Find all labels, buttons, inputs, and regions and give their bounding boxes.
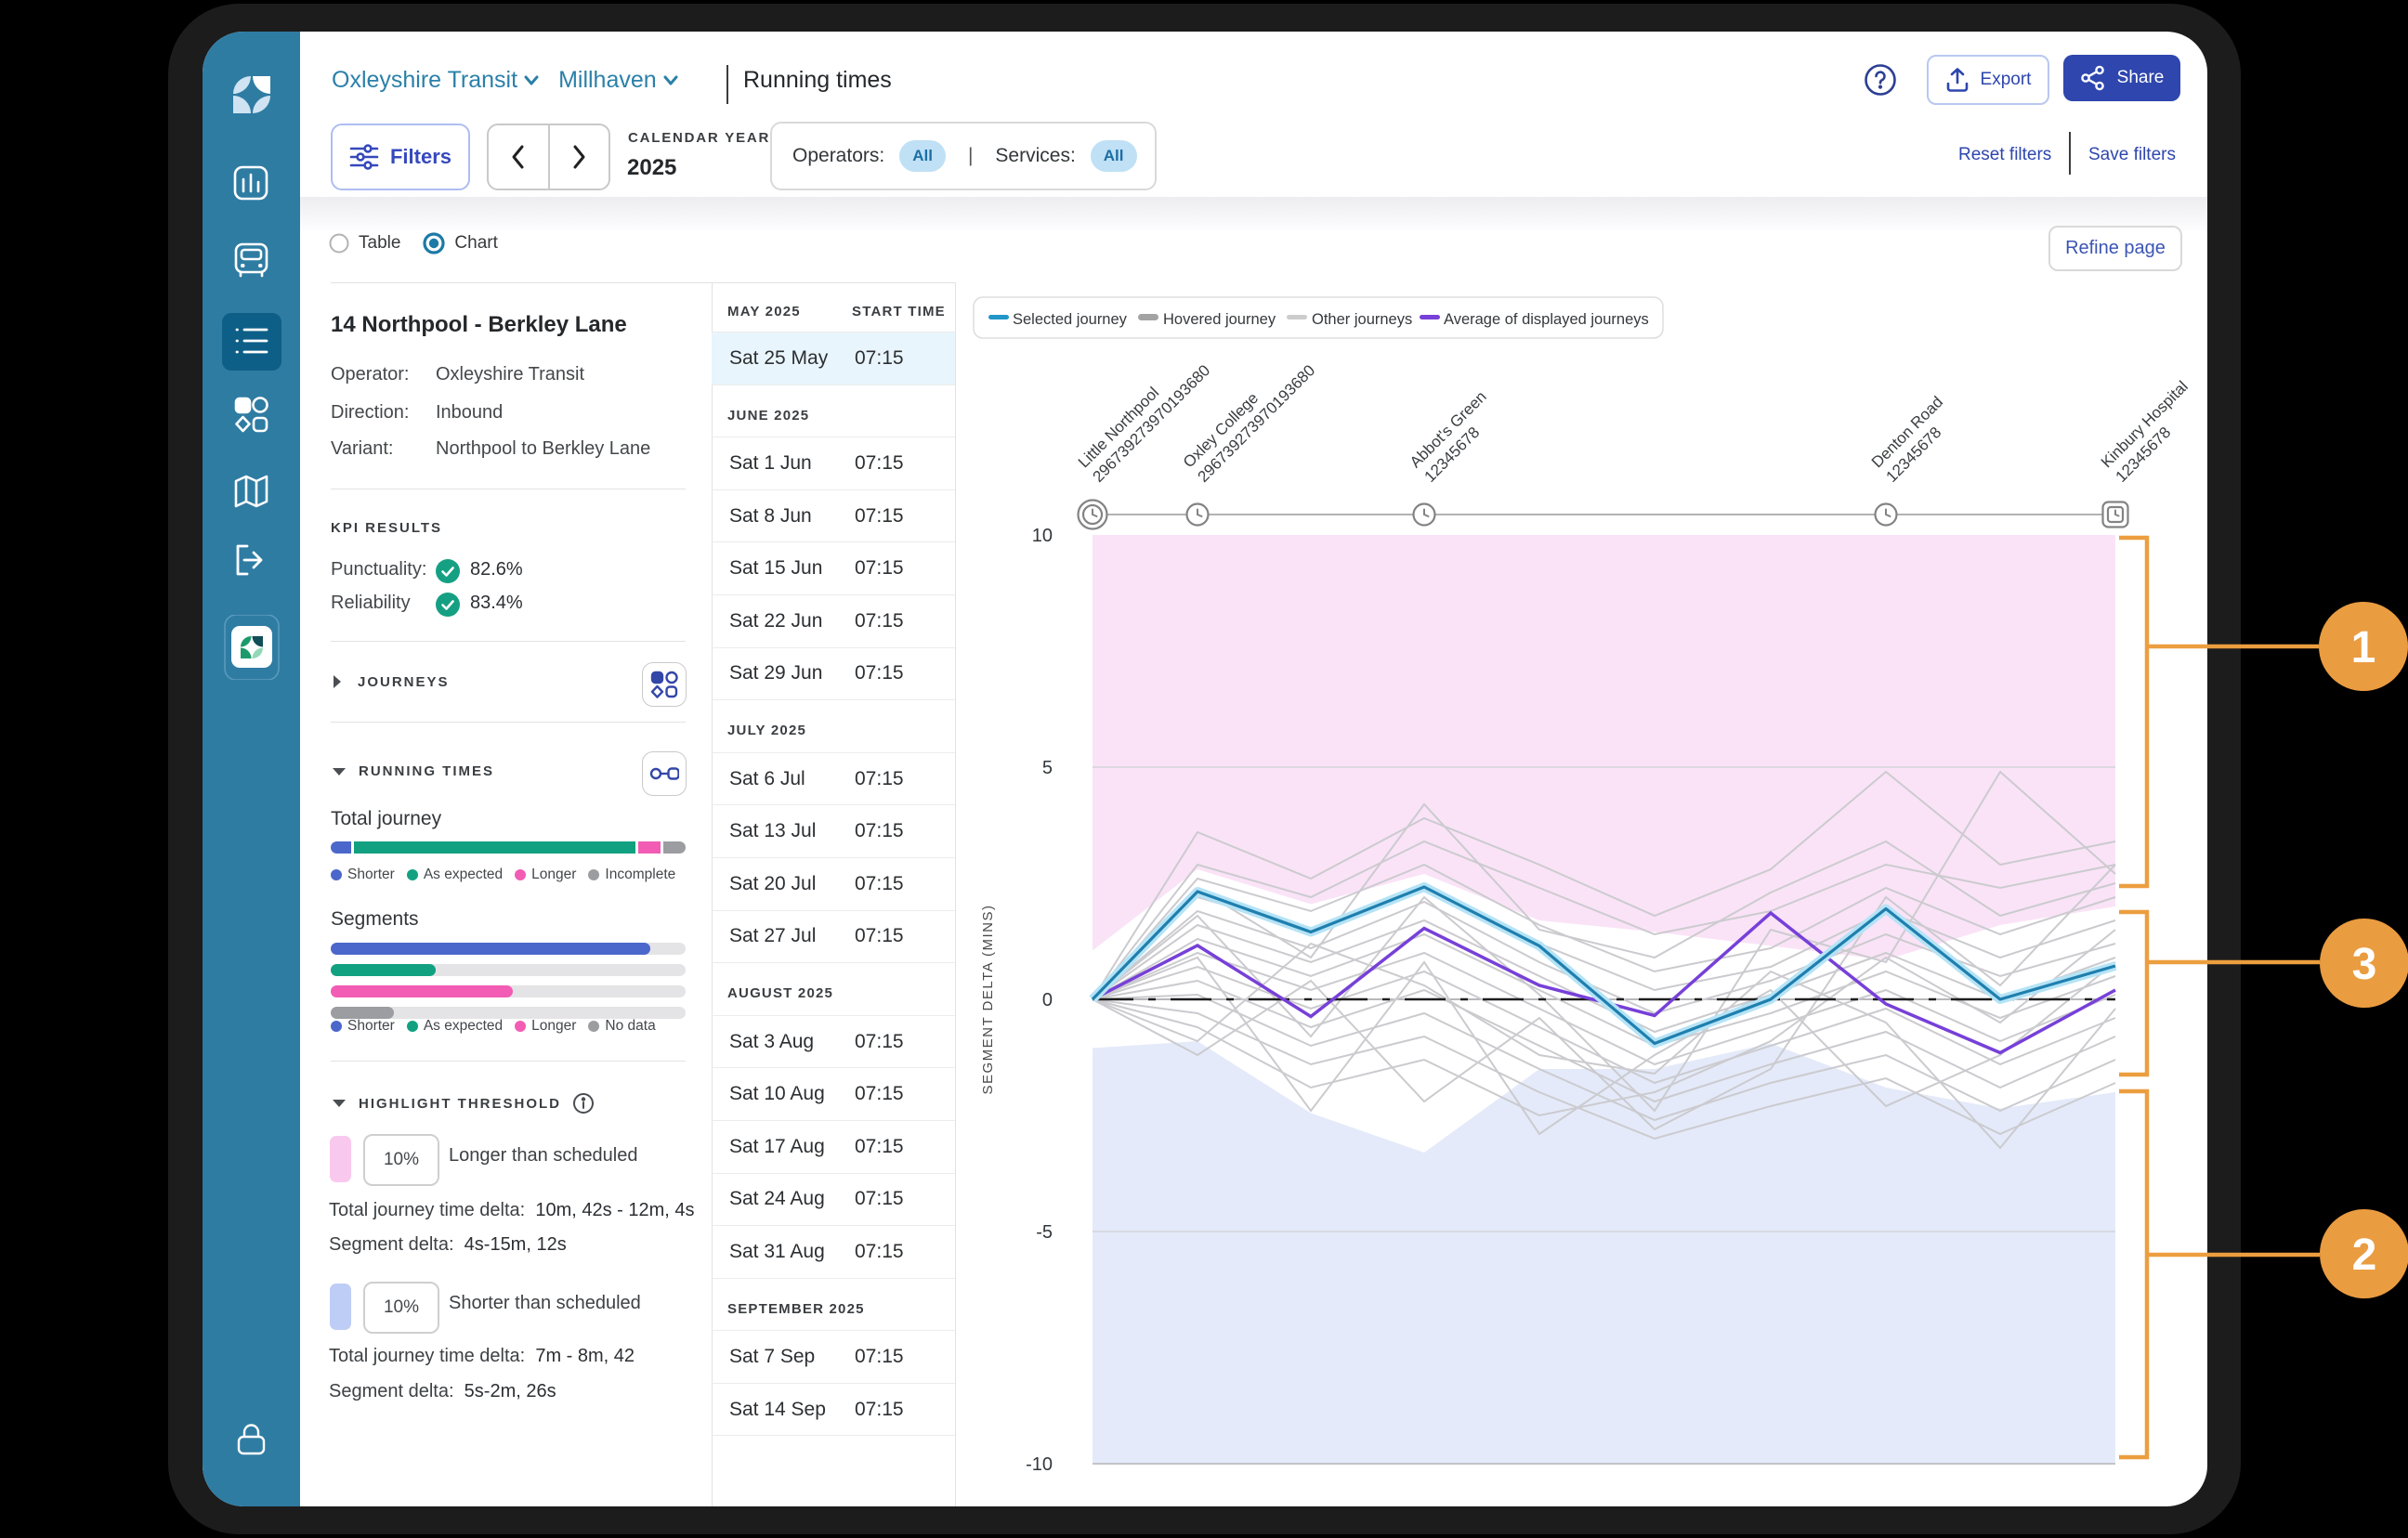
svg-text:1: 1 xyxy=(2351,623,2376,672)
svg-text:3: 3 xyxy=(2352,940,2377,989)
svg-text:2: 2 xyxy=(2352,1231,2377,1280)
